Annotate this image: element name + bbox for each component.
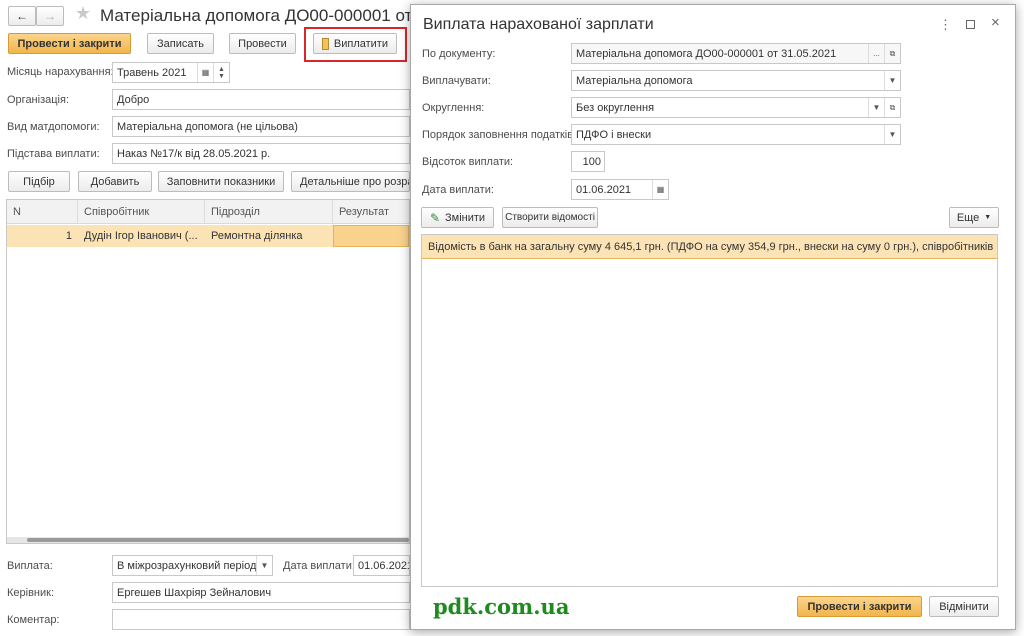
payment-field[interactable]: В міжрозрахунковий період ▼ — [112, 555, 273, 576]
doc-label: По документу: — [422, 48, 496, 60]
percent-value: 100 — [582, 155, 601, 168]
doc-value: Матеріальна допомога ДО00-000001 от 31.0… — [576, 47, 837, 60]
details-button[interactable]: Детальніше про розра — [291, 171, 410, 192]
pay-date-value: 01.06.2021 — [358, 559, 410, 572]
cell-dept: Ремонтна ділянка — [211, 230, 303, 242]
ellipsis-icon[interactable]: ... — [868, 44, 884, 63]
cell-n: 1 — [65, 230, 72, 242]
org-value: Добро — [117, 93, 150, 106]
pay-type-value: Матеріальна допомога — [576, 74, 693, 87]
post-close-button[interactable]: Провести і закрити — [8, 33, 131, 54]
dropdown-icon[interactable]: ▼ — [884, 125, 900, 144]
more-button[interactable]: Еще ▼ — [949, 207, 999, 228]
scrollbar-thumb[interactable] — [27, 538, 409, 542]
dialog-post-close-button[interactable]: Провести і закрити — [797, 596, 922, 617]
month-value: Травень 2021 — [117, 66, 187, 79]
rounding-field[interactable]: Без округлення ▼ ⧉ — [571, 97, 901, 118]
calendar-icon[interactable]: ▦ — [652, 180, 668, 199]
pay-type-field[interactable]: Матеріальна допомога ▼ — [571, 70, 901, 91]
pay-type-label: Виплачувати: — [422, 75, 491, 87]
list-item[interactable]: Відомість в банк на загальну суму 4 645,… — [422, 235, 997, 259]
tax-order-field[interactable]: ПДФО і внески ▼ — [571, 124, 901, 145]
table-header: N Співробітник Підрозділ Результат — [7, 200, 409, 224]
date-field[interactable]: 01.06.2021 ▦ — [571, 179, 669, 200]
basis-field[interactable]: Наказ №17/к від 28.05.2021 р. — [112, 143, 410, 164]
forward-button[interactable]: → — [36, 6, 64, 26]
save-button[interactable]: Записать — [147, 33, 214, 54]
month-label: Місяць нарахування: — [7, 66, 114, 78]
pay-date-label: Дата виплати: — [283, 560, 355, 572]
tax-order-value: ПДФО і внески — [576, 128, 652, 141]
chevron-down-icon: ▼ — [984, 214, 992, 221]
head-label: Керівник: — [7, 587, 55, 599]
aid-type-value: Матеріальна допомога (не цільова) — [117, 120, 298, 133]
org-label: Організація: — [7, 94, 69, 106]
col-header-employee[interactable]: Співробітник — [78, 200, 205, 224]
document-pay-icon — [322, 37, 329, 50]
comment-label: Коментар: — [7, 614, 60, 626]
rounding-value: Без округлення — [576, 101, 655, 114]
post-button[interactable]: Провести — [229, 33, 296, 54]
basis-label: Підстава виплати: — [7, 148, 100, 160]
spin-icon[interactable]: ▲ ▼ — [213, 63, 229, 82]
dialog-title: Виплата нарахованої зарплати — [423, 16, 654, 33]
month-field[interactable]: Травень 2021 ▦ ▲ ▼ — [112, 62, 230, 83]
cell-employee: Дудін Ігор Іванович (... — [84, 230, 198, 242]
close-icon[interactable]: × — [991, 14, 1000, 31]
percent-label: Відсоток виплати: — [422, 156, 514, 168]
employees-table: N Співробітник Підрозділ Результат 1 Дуд… — [6, 199, 410, 544]
open-icon[interactable]: ⧉ — [884, 44, 900, 63]
cell-result[interactable] — [333, 225, 409, 247]
payment-label: Виплата: — [7, 560, 53, 572]
create-statements-button[interactable]: Створити відомості — [502, 207, 598, 228]
date-value: 01.06.2021 — [576, 183, 632, 196]
dropdown-icon[interactable]: ▼ — [256, 556, 272, 575]
rounding-label: Округлення: — [422, 102, 485, 114]
maximize-icon[interactable] — [966, 20, 975, 29]
dropdown-icon[interactable]: ▼ — [884, 71, 900, 90]
dialog-cancel-button[interactable]: Відмінити — [929, 596, 999, 617]
fill-indicators-button[interactable]: Заповнити показники — [158, 171, 284, 192]
head-field[interactable]: Ергешев Шахріяр Зейналович — [112, 582, 410, 603]
select-button[interactable]: Підбір — [8, 171, 70, 192]
more-actions-icon[interactable]: ⋮ — [939, 17, 952, 33]
star-icon[interactable]: ★ — [75, 3, 91, 24]
pencil-icon: ✎ — [429, 210, 440, 225]
arrow-right-icon: → — [44, 9, 56, 23]
payment-dialog: Виплата нарахованої зарплати ⋮ × По доку… — [410, 4, 1016, 630]
list-item-text: Відомість в банк на загальну суму 4 645,… — [428, 240, 997, 253]
percent-field[interactable]: 100 — [571, 151, 605, 172]
date-label: Дата виплати: — [422, 184, 494, 196]
open-icon[interactable]: ⧉ — [884, 98, 900, 117]
change-button[interactable]: ✎ Змінити — [421, 207, 494, 228]
horizontal-scrollbar[interactable] — [7, 537, 409, 543]
arrow-left-icon: ← — [16, 9, 28, 23]
comment-field[interactable] — [112, 609, 410, 630]
table-row[interactable]: 1 Дудін Ігор Іванович (... Ремонтна діля… — [7, 225, 409, 247]
calendar-icon[interactable]: ▦ — [197, 63, 213, 82]
aid-type-label: Вид матдопомоги: — [7, 121, 100, 133]
basis-value: Наказ №17/к від 28.05.2021 р. — [117, 147, 271, 160]
col-header-result[interactable]: Результат — [333, 200, 409, 224]
pay-button-label: Виплатити — [333, 37, 388, 50]
add-button[interactable]: Добавить — [78, 171, 152, 192]
pay-button[interactable]: Виплатити — [313, 33, 397, 54]
watermark-text: pdk.com.ua — [433, 594, 570, 619]
tax-order-label: Порядок заповнення податків: — [422, 129, 577, 141]
more-button-label: Еще — [956, 211, 980, 224]
org-field[interactable]: Добро — [112, 89, 410, 110]
statements-list: Відомість в банк на загальну суму 4 645,… — [421, 234, 998, 587]
doc-field[interactable]: Матеріальна допомога ДО00-000001 от 31.0… — [571, 43, 901, 64]
payment-value: В міжрозрахунковий період — [117, 559, 257, 572]
dropdown-icon[interactable]: ▼ — [868, 98, 884, 117]
aid-type-field[interactable]: Матеріальна допомога (не цільова) — [112, 116, 410, 137]
col-header-dept[interactable]: Підрозділ — [205, 200, 333, 224]
pay-date-field[interactable]: 01.06.2021 — [353, 555, 410, 576]
back-button[interactable]: ← — [8, 6, 36, 26]
page-title: Матеріальна допомога ДО00-000001 от 31.0 — [100, 6, 451, 25]
head-value: Ергешев Шахріяр Зейналович — [117, 586, 272, 599]
col-header-n[interactable]: N — [7, 200, 78, 224]
change-button-label: Змінити — [445, 211, 486, 224]
